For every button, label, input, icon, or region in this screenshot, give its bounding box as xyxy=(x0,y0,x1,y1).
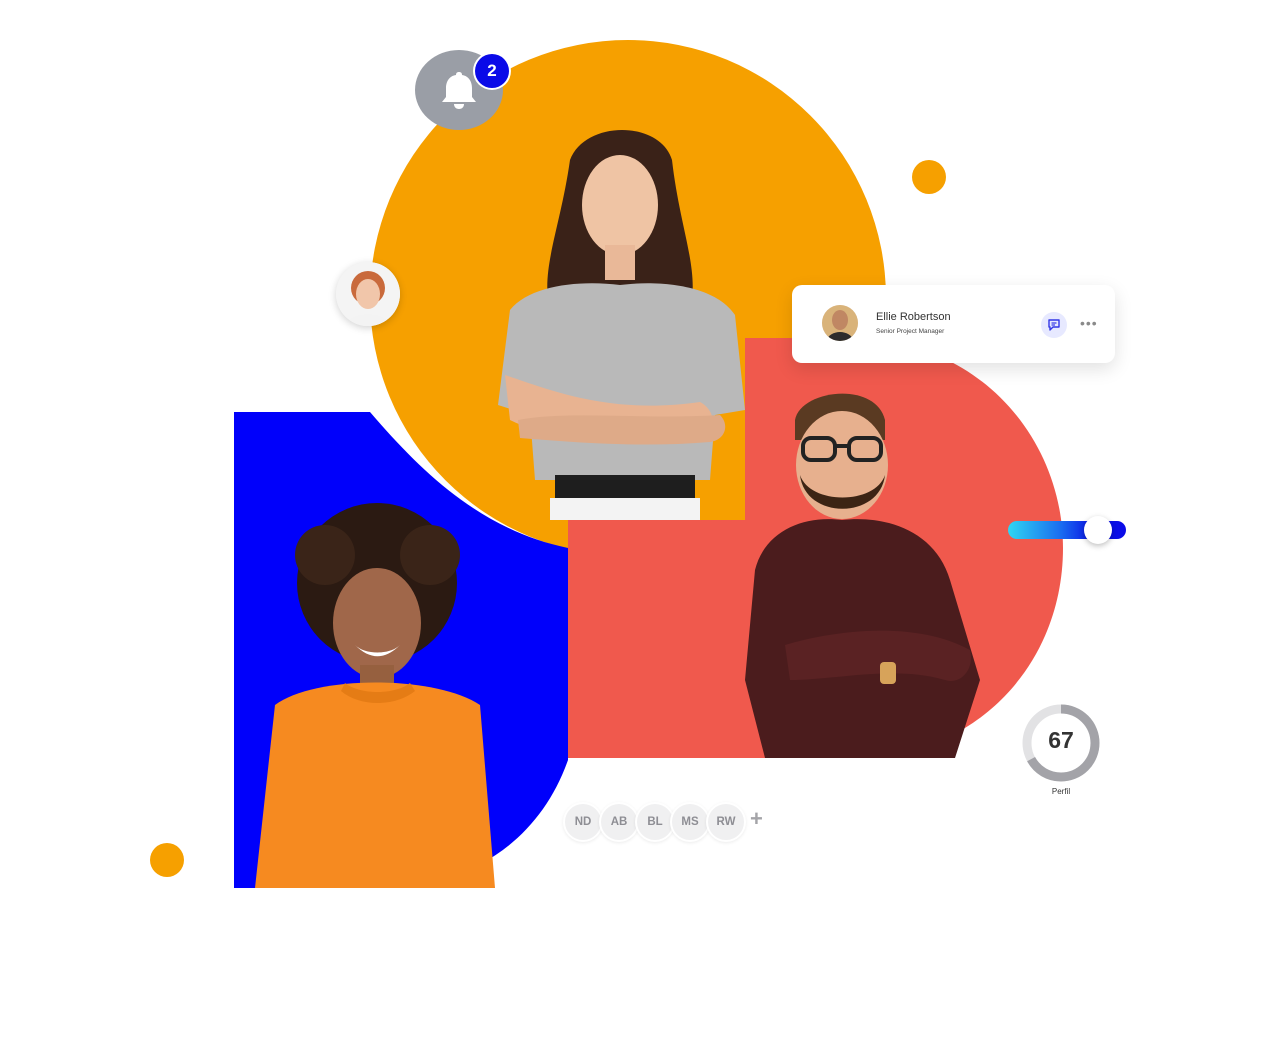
orange-dot-top-right xyxy=(912,160,946,194)
orange-dot-bottom-left xyxy=(150,843,184,877)
team-chip-nd[interactable]: ND xyxy=(563,802,603,842)
profile-avatar xyxy=(822,305,858,341)
add-member-button[interactable]: + xyxy=(750,806,763,832)
person-orange-sweater-photo xyxy=(255,503,495,888)
more-options-button[interactable]: ••• xyxy=(1080,315,1098,331)
person-grey-shirt-photo xyxy=(498,130,745,520)
profile-card[interactable]: Ellie Robertson Senior Project Manager •… xyxy=(792,285,1115,363)
team-chip-ab[interactable]: AB xyxy=(599,802,639,842)
team-chip-rw[interactable]: RW xyxy=(706,802,746,842)
gauge-label: Perfil xyxy=(1051,787,1071,796)
slider-knob[interactable] xyxy=(1084,516,1112,544)
bell-icon xyxy=(442,72,476,109)
chat-button[interactable] xyxy=(1041,312,1067,338)
avatar-small[interactable] xyxy=(336,262,400,326)
gauge-value: 67 xyxy=(1048,727,1074,753)
chat-icon xyxy=(1048,319,1060,331)
profile-name: Ellie Robertson xyxy=(876,311,951,323)
more-icon: ••• xyxy=(1080,315,1098,331)
avatar-photo xyxy=(336,262,400,326)
person-burgundy-shirt-photo xyxy=(745,393,980,758)
team-chip-ms[interactable]: MS xyxy=(670,802,710,842)
profile-role: Senior Project Manager xyxy=(876,328,945,335)
team-chip-bl[interactable]: BL xyxy=(635,802,675,842)
notification-count-badge: 2 xyxy=(475,54,509,88)
